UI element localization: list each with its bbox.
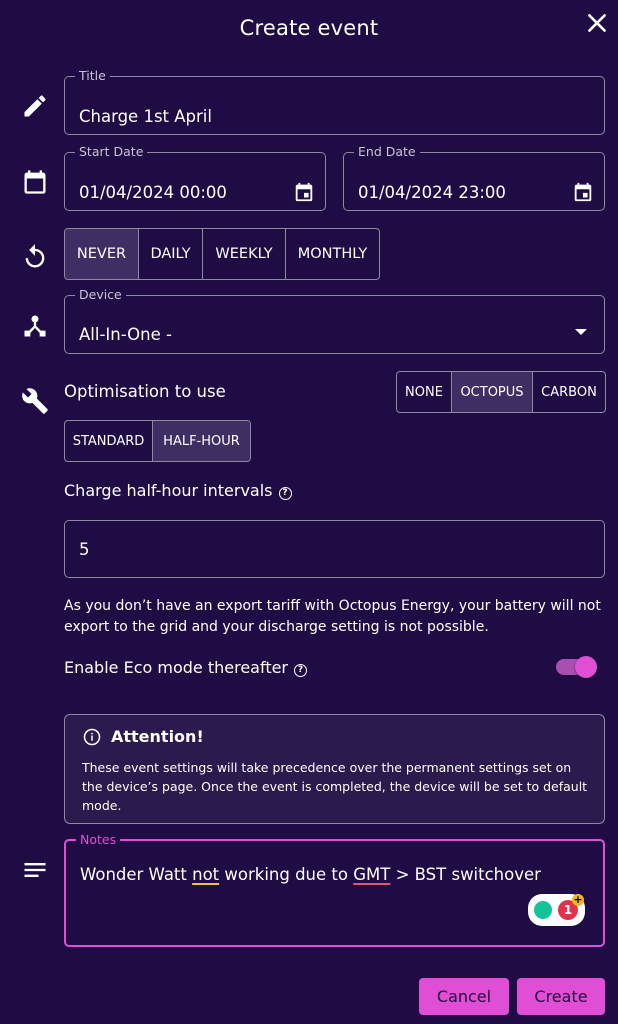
repeat-icon bbox=[21, 243, 49, 271]
calendar-icon bbox=[21, 168, 49, 196]
repeat-weekly-button[interactable]: WEEKLY bbox=[203, 229, 286, 279]
grammar-assistant-widget[interactable]: 1 + bbox=[528, 894, 585, 926]
pencil-icon bbox=[21, 92, 49, 120]
export-tariff-note: As you don’t have an export tariff with … bbox=[64, 598, 601, 635]
dialog-title: Create event bbox=[239, 16, 379, 40]
optimisation-octopus-button[interactable]: OCTOPUS bbox=[452, 372, 533, 412]
optimisation-toggle-group: NONE OCTOPUS CARBON bbox=[396, 371, 606, 413]
mode-half-hour-button[interactable]: HALF-HOUR bbox=[153, 421, 250, 461]
end-date-label: End Date bbox=[358, 144, 416, 159]
notes-field[interactable]: Notes Wonder Watt not working due to GMT… bbox=[64, 833, 605, 947]
notes-text: working due to bbox=[219, 865, 354, 884]
attention-title: Attention! bbox=[111, 727, 204, 746]
start-date-label: Start Date bbox=[79, 144, 144, 159]
device-hub-icon bbox=[21, 312, 49, 340]
device-select[interactable]: Device All-In-One - bbox=[64, 288, 605, 354]
end-date-input[interactable]: 01/04/2024 23:00 bbox=[358, 183, 506, 202]
notes-text: > BST switchover bbox=[390, 865, 541, 884]
repeat-never-button[interactable]: NEVER bbox=[65, 229, 139, 279]
mode-standard-button[interactable]: STANDARD bbox=[65, 421, 153, 461]
eco-label-row: Enable Eco mode thereafter? bbox=[64, 658, 308, 677]
device-label: Device bbox=[79, 287, 122, 302]
notes-textarea[interactable]: Wonder Watt not working due to GMT > BST… bbox=[80, 865, 541, 884]
start-date-picker-icon[interactable] bbox=[293, 181, 315, 203]
notes-label: Notes bbox=[80, 832, 117, 847]
title-field-label: Title bbox=[79, 68, 106, 83]
intervals-label-row: Charge half-hour intervals? bbox=[64, 481, 292, 500]
lightbulb-icon bbox=[534, 901, 552, 919]
intervals-value[interactable]: 5 bbox=[79, 540, 90, 559]
intervals-label: Charge half-hour intervals bbox=[64, 481, 273, 500]
optimisation-none-button[interactable]: NONE bbox=[397, 372, 452, 412]
title-input[interactable]: Charge 1st April bbox=[79, 107, 212, 126]
create-button[interactable]: Create bbox=[517, 978, 605, 1015]
end-date-field[interactable]: End Date 01/04/2024 23:00 bbox=[343, 145, 605, 211]
help-icon[interactable]: ? bbox=[278, 487, 292, 500]
notes-text: Wonder Watt bbox=[80, 865, 193, 884]
plus-icon: + bbox=[572, 893, 584, 906]
eco-mode-toggle[interactable] bbox=[575, 656, 597, 678]
eco-mode-label: Enable Eco mode thereafter bbox=[64, 658, 289, 677]
repeat-toggle-group: NEVER DAILY WEEKLY MONTHLY bbox=[64, 228, 380, 280]
optimisation-mode-toggle-group: STANDARD HALF-HOUR bbox=[64, 420, 251, 462]
attention-body: These event settings will take precedenc… bbox=[82, 760, 588, 813]
start-date-input[interactable]: 01/04/2024 00:00 bbox=[79, 183, 227, 202]
info-icon bbox=[83, 728, 101, 746]
attention-alert: Attention! These event settings will tak… bbox=[64, 714, 605, 824]
title-field[interactable]: Title Charge 1st April bbox=[64, 69, 605, 135]
repeat-daily-button[interactable]: DAILY bbox=[139, 229, 203, 279]
grammar-flag-word[interactable]: not bbox=[192, 865, 219, 884]
wrench-icon bbox=[21, 387, 49, 415]
close-icon[interactable] bbox=[584, 10, 610, 36]
help-icon[interactable]: ? bbox=[294, 664, 308, 677]
repeat-monthly-button[interactable]: MONTHLY bbox=[286, 229, 379, 279]
device-value: All-In-One - bbox=[79, 325, 172, 344]
optimisation-label: Optimisation to use bbox=[64, 382, 226, 401]
intervals-input[interactable]: 5 bbox=[64, 520, 605, 578]
notes-icon bbox=[21, 856, 49, 884]
spelling-flag-word[interactable]: GMT bbox=[353, 865, 390, 884]
end-date-picker-icon[interactable] bbox=[572, 181, 594, 203]
chevron-down-icon[interactable] bbox=[575, 329, 587, 335]
cancel-button[interactable]: Cancel bbox=[419, 978, 509, 1015]
start-date-field[interactable]: Start Date 01/04/2024 00:00 bbox=[64, 145, 326, 211]
optimisation-carbon-button[interactable]: CARBON bbox=[533, 372, 605, 412]
